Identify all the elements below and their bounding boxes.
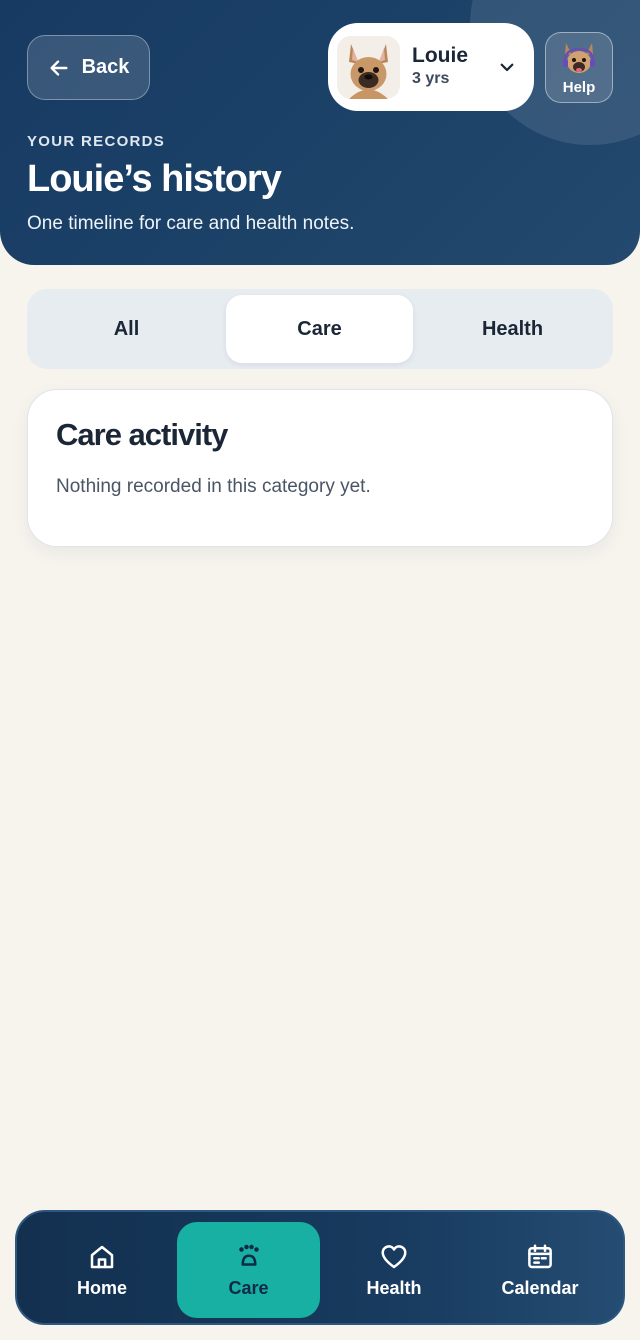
back-button[interactable]: Back xyxy=(27,35,150,100)
arrow-left-icon xyxy=(50,59,68,76)
nav-health[interactable]: Health xyxy=(323,1222,465,1318)
pet-name: Louie xyxy=(412,44,468,67)
back-label: Back xyxy=(81,56,130,78)
pet-age: 3 yrs xyxy=(412,70,450,87)
calendar-icon xyxy=(528,1244,552,1268)
nav-care[interactable]: Care xyxy=(177,1222,320,1318)
history-page: Back Louie 3 yrs Help YOUR RECORDS Louie… xyxy=(0,0,640,1340)
heart-icon xyxy=(381,1244,407,1268)
care-icon xyxy=(238,1244,259,1266)
nav-home-label: Home xyxy=(76,1277,127,1298)
card-title: Care activity xyxy=(56,417,228,452)
tab-care[interactable]: Care xyxy=(226,295,413,363)
pet-avatar xyxy=(337,35,400,99)
bottom-navigation: Home Care Health Calendar xyxy=(15,1210,625,1325)
care-activity-card: Care activity Nothing recorded in this c… xyxy=(27,389,613,547)
tab-health[interactable]: Health xyxy=(419,295,606,363)
category-tabs: All Care Health xyxy=(27,289,613,369)
section-eyebrow: YOUR RECORDS xyxy=(27,133,166,150)
dog-mascot-icon xyxy=(563,43,595,73)
page-title: Louie’s history xyxy=(27,158,282,200)
help-button[interactable]: Help xyxy=(545,32,613,103)
nav-care-label: Care xyxy=(228,1277,269,1298)
empty-state-text: Nothing recorded in this category yet. xyxy=(56,476,371,497)
nav-home[interactable]: Home xyxy=(31,1222,173,1318)
help-label: Help xyxy=(562,79,596,96)
chevron-down-icon xyxy=(500,63,514,72)
pet-selector[interactable]: Louie 3 yrs xyxy=(328,23,534,111)
page-header: Back Louie 3 yrs Help YOUR RECORDS Louie… xyxy=(0,0,640,265)
nav-calendar-label: Calendar xyxy=(501,1277,579,1298)
page-subtitle: One timeline for care and health notes. xyxy=(27,213,355,234)
nav-health-label: Health xyxy=(366,1277,422,1298)
home-icon xyxy=(90,1245,114,1268)
nav-calendar[interactable]: Calendar xyxy=(469,1222,611,1318)
tab-all[interactable]: All xyxy=(33,295,220,363)
